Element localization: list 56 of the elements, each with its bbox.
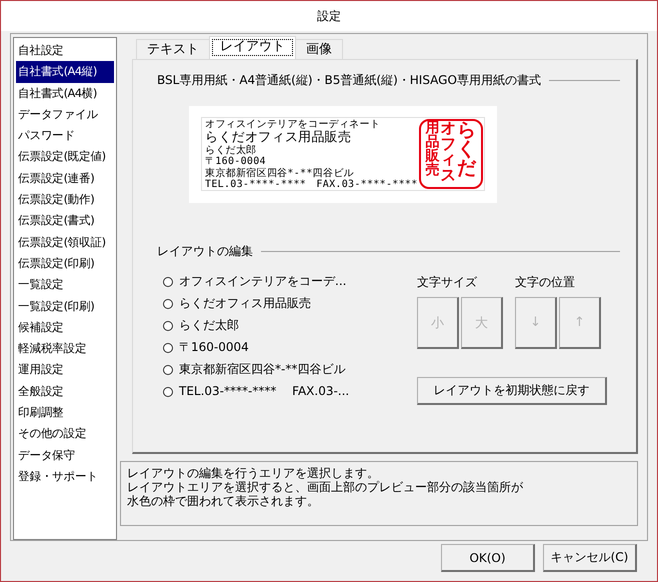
radio-button[interactable] bbox=[163, 320, 173, 330]
preview-line: らくだオフィス用品販売 bbox=[205, 130, 352, 144]
stamp-text: 用品販売 bbox=[426, 121, 440, 177]
description-line: レイアウトの編集を行うエリアを選択します。 bbox=[127, 466, 380, 480]
radio-button[interactable] bbox=[163, 364, 173, 374]
sidebar-item[interactable]: 一覧設定(印刷) bbox=[16, 296, 114, 317]
sidebar-item[interactable]: 軽減税率設定 bbox=[16, 338, 114, 360]
dialog-button[interactable]: キャンセル(C) bbox=[543, 544, 637, 572]
radio-label[interactable]: 〒160-0004 bbox=[179, 339, 249, 356]
tab[interactable]: テキスト bbox=[136, 39, 210, 59]
radio-label[interactable]: オフィスインテリアをコーデ... bbox=[179, 273, 346, 290]
radio-button[interactable] bbox=[163, 276, 173, 286]
sidebar-item[interactable]: 伝票設定(領収証) bbox=[16, 232, 114, 253]
position-label: 文字の位置 bbox=[515, 274, 576, 291]
sidebar-item[interactable]: 印刷調整 bbox=[16, 402, 114, 424]
sidebar-item[interactable]: 伝票設定(既定値) bbox=[16, 146, 114, 168]
tab[interactable]: 画像 bbox=[295, 39, 343, 59]
radio-button[interactable] bbox=[163, 386, 173, 396]
tab[interactable]: レイアウト bbox=[209, 36, 296, 59]
sidebar-item[interactable]: 全般設定 bbox=[16, 380, 114, 402]
preview-line: らくだ太郎 bbox=[205, 144, 258, 156]
sidebar-item[interactable]: 登録・サポート bbox=[16, 466, 114, 488]
sidebar-item[interactable]: データファイル bbox=[16, 104, 114, 126]
description-line: レイアウトエリアを選択すると、画面上部のプレビュー部分の該当箇所が bbox=[127, 480, 524, 494]
radio-label[interactable]: TEL.03-****-**** FAX.03-... bbox=[179, 383, 350, 400]
sidebar-item[interactable]: その他の設定 bbox=[16, 423, 114, 445]
sidebar-item[interactable]: 伝票設定(連番) bbox=[16, 168, 114, 190]
sidebar-item[interactable]: 伝票設定(印刷) bbox=[16, 252, 114, 274]
radio-button[interactable] bbox=[163, 298, 173, 308]
sidebar-item[interactable]: パスワード bbox=[16, 125, 114, 146]
dialog-button[interactable]: OK(O) bbox=[441, 544, 535, 572]
sidebar-item[interactable]: 候補設定 bbox=[16, 316, 114, 338]
preview-line: TEL.03-****-**** FAX.03-****-**** bbox=[205, 179, 418, 190]
sidebar-item[interactable]: データ保守 bbox=[16, 444, 114, 466]
sidebar-item[interactable]: 伝票設定(書式) bbox=[16, 210, 114, 232]
radio-label[interactable]: らくだオフィス用品販売 bbox=[179, 295, 311, 312]
sidebar-item[interactable]: 自社設定 bbox=[16, 40, 114, 62]
group-title: レイアウトの編集 bbox=[157, 243, 253, 260]
description-line: 水色の枠で囲われて表示されます。 bbox=[127, 494, 320, 508]
sidebar-item[interactable]: 一覧設定 bbox=[16, 274, 114, 296]
size-label: 文字サイズ bbox=[417, 274, 478, 291]
sidebar-item[interactable]: 運用設定 bbox=[16, 359, 114, 381]
group-title: BSL専用用紙・A4普通紙(縦)・B5普通紙(縦)・HISAGO専用用紙の書式 bbox=[157, 72, 541, 89]
sidebar-item[interactable]: 自社書式(A4横) bbox=[16, 82, 114, 104]
reset-layout-button[interactable]: レイアウトを初期状態に戻す bbox=[417, 377, 607, 405]
window-title: 設定 bbox=[317, 8, 341, 24]
preview-line: 〒160-0004 bbox=[205, 156, 267, 168]
preview-line: オフィスインテリアをコーディネート bbox=[205, 119, 382, 130]
stamp-text: らくだ bbox=[457, 121, 476, 178]
sidebar-item[interactable]: 自社書式(A4縦) bbox=[16, 61, 114, 83]
preview-line: 東京都新宿区四谷*-**四谷ビル bbox=[205, 168, 355, 179]
sidebar-item[interactable]: 伝票設定(動作) bbox=[16, 189, 114, 210]
radio-label[interactable]: 東京都新宿区四谷*-**四谷ビル bbox=[179, 361, 346, 378]
radio-label[interactable]: らくだ太郎 bbox=[179, 317, 239, 334]
stamp-text: オフィス bbox=[440, 121, 456, 183]
radio-button[interactable] bbox=[163, 342, 173, 352]
